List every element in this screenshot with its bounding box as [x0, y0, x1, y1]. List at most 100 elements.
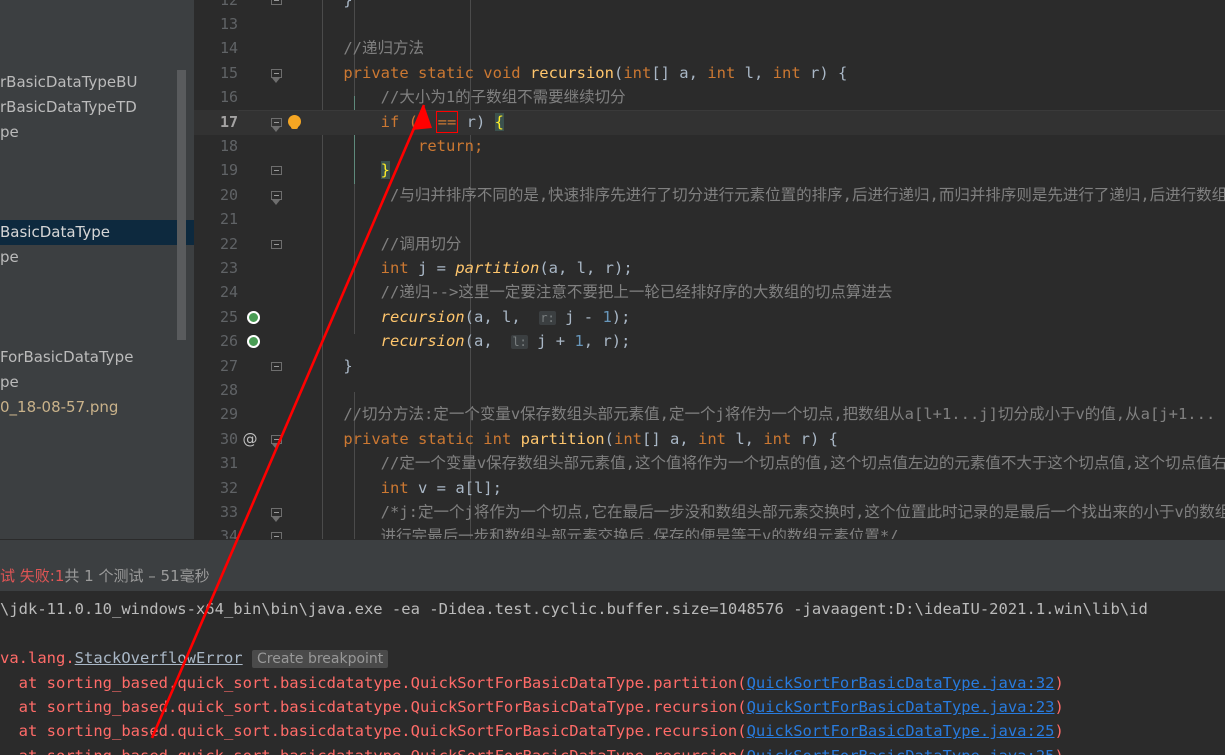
- frame-source-link[interactable]: QuickSortForBasicDataType.java:23: [747, 698, 1055, 716]
- editor-line-13[interactable]: 13: [194, 12, 1225, 36]
- tree-item-label: ForBasicDataType: [0, 348, 134, 366]
- code-line-text: }: [306, 356, 353, 375]
- run-toolbar[interactable]: [0, 540, 1225, 560]
- tree-item-1[interactable]: rBasicDataTypeTD: [0, 95, 180, 120]
- highlighted-operator: ==: [435, 110, 459, 133]
- code-line-text: //递归方法: [306, 39, 424, 58]
- line-number: 12: [219, 0, 238, 9]
- frame-at: at: [0, 698, 47, 717]
- frame-at: at: [0, 722, 47, 741]
- editor-line-29[interactable]: 29 //切分方法:定一个变量v保存数组头部元素值,定一个j将作为一个切点,把数…: [194, 402, 1225, 426]
- editor-line-27[interactable]: 27 }: [194, 354, 1225, 378]
- editor-line-20[interactable]: 20 //与归并排序不同的是,快速排序先进行了切分进行元素位置的排序,后进行递归…: [194, 183, 1225, 207]
- project-tree-panel[interactable]: rBasicDataTypeBU rBasicDataTypeTD pe Bas…: [0, 0, 194, 539]
- tree-item-4[interactable]: pe: [0, 245, 180, 270]
- tree-item-0[interactable]: rBasicDataTypeBU: [0, 70, 180, 95]
- code-line-text: //调用切分: [306, 234, 462, 253]
- line-number: 19: [219, 161, 238, 180]
- editor-line-26[interactable]: 26 recursion(a, l: j + 1, r);: [194, 329, 1225, 353]
- tree-item-5[interactable]: ForBasicDataType: [0, 345, 180, 370]
- editor-line-34[interactable]: 34 进行完最后一步和数组头部元素交换后,保存的便是等于v的数组元素位置*/: [194, 524, 1225, 539]
- tree-item-6[interactable]: pe: [0, 370, 180, 395]
- fold-minus-icon[interactable]: [269, 524, 283, 539]
- code-line-text: if (l == r) {: [306, 110, 504, 134]
- frame-at: at: [0, 747, 47, 755]
- line-number: 16: [219, 88, 238, 107]
- stack-frame-row: at sorting_based.quick_sort.basicdatatyp…: [0, 695, 1225, 719]
- tree-item-png[interactable]: 0_18-08-57.png: [0, 395, 180, 420]
- stack-frame-row: at sorting_based.quick_sort.basicdatatyp…: [0, 744, 1225, 755]
- tree-item-label: pe: [0, 373, 19, 391]
- tree-item-2[interactable]: pe: [0, 120, 180, 145]
- code-line-text: //递归-->这里一定要注意不要把上一轮已经排好序的大数组的切点算进去: [306, 283, 893, 302]
- fold-arrow-icon[interactable]: [269, 427, 283, 451]
- code-frag: r): [457, 112, 495, 131]
- tree-item-label: BasicDataType: [0, 223, 110, 241]
- editor-line-23[interactable]: 23 int j = partition(a, l, r);: [194, 256, 1225, 280]
- editor-line-22[interactable]: 22 //调用切分: [194, 232, 1225, 256]
- editor-line-12[interactable]: 12 }: [194, 0, 1225, 12]
- code-line-text: recursion(a, l, r: j - 1);: [380, 307, 631, 326]
- editor-line-19[interactable]: 19 }: [194, 158, 1225, 182]
- editor-line-16[interactable]: 16 //大小为1的子数组不需要继续切分: [194, 85, 1225, 109]
- frame-fqn: sorting_based.quick_sort.basicdatatype.Q…: [46, 673, 747, 692]
- editor-line-31[interactable]: 31 //定一个变量v保存数组头部元素值,这个值将作为一个切点的值,这个切点值左…: [194, 451, 1225, 475]
- line-number: 20: [219, 185, 238, 204]
- line-number: 32: [219, 478, 238, 497]
- editor-line-33[interactable]: 33 /*j:定一个j将作为一个切点,它在最后一步没和数组头部元素交换时,这个位…: [194, 500, 1225, 524]
- sidebar-scrollbar[interactable]: [177, 70, 186, 340]
- tree-item-selected[interactable]: BasicDataType: [0, 220, 194, 245]
- code-line-text: }: [306, 0, 353, 9]
- code-line-text: //大小为1的子数组不需要继续切分: [306, 88, 626, 107]
- code-line-text: }: [380, 161, 390, 180]
- editor-line-25[interactable]: 25 recursion(a, l, r: j - 1);: [194, 305, 1225, 329]
- editor-line-17-current[interactable]: 17 if (l == r) {: [194, 109, 1225, 135]
- fold-minus-icon[interactable]: [269, 158, 283, 182]
- line-number: 23: [219, 259, 238, 277]
- fold-minus-icon[interactable]: [269, 354, 283, 378]
- tree-item-label: pe: [0, 248, 19, 266]
- test-failed-count: 1: [54, 567, 65, 585]
- test-status-prefix: 试: [0, 567, 16, 585]
- frame-close: ): [1054, 722, 1064, 741]
- frame-close: ): [1055, 747, 1064, 755]
- code-editor[interactable]: 12 } 13 14 //递归方法 15 private static void…: [194, 0, 1225, 539]
- code-line-text: //与归并排序不同的是,快速排序先进行了切分进行元素位置的排序,后进行递归,而归…: [306, 185, 1225, 204]
- line-number: 14: [219, 39, 238, 58]
- run-tool-window[interactable]: 试 失败:1共 1 个测试 – 51毫秒 \jdk-11.0.10_window…: [0, 539, 1225, 755]
- editor-line-28[interactable]: 28: [194, 378, 1225, 402]
- fold-arrow-icon[interactable]: [269, 500, 283, 524]
- frame-fqn: sorting_based.quick_sort.basicdatatype.Q…: [47, 747, 747, 755]
- code-line-text: //切分方法:定一个变量v保存数组头部元素值,定一个j将作为一个切点,把数组从a…: [306, 405, 1216, 424]
- fold-minus-icon[interactable]: [269, 232, 283, 256]
- frame-source-link[interactable]: QuickSortForBasicDataType.java:25: [747, 722, 1055, 740]
- frame-source-link[interactable]: QuickSortForBasicDataType.java:25: [747, 747, 1055, 755]
- code-line-text: recursion(a, l: j + 1, r);: [380, 332, 631, 351]
- fold-arrow-icon[interactable]: [269, 110, 283, 134]
- fold-minus-icon[interactable]: [269, 0, 283, 12]
- fold-arrow-icon[interactable]: [269, 61, 283, 85]
- fold-arrow-icon[interactable]: [269, 183, 283, 207]
- editor-line-24[interactable]: 24 //递归-->这里一定要注意不要把上一轮已经排好序的大数组的切点算进去: [194, 280, 1225, 304]
- code-line-text: int j = partition(a, l, r);: [380, 259, 633, 277]
- code-line-text: 进行完最后一步和数组头部元素交换后,保存的便是等于v的数组元素位置*/: [306, 527, 899, 539]
- stack-frame-row: at sorting_based.quick_sort.basicdatatyp…: [0, 671, 1225, 695]
- code-line-text: private static void recursion(int[] a, i…: [306, 63, 848, 82]
- annotation-icon[interactable]: @: [239, 427, 261, 451]
- editor-line-30[interactable]: 30 @ private static int partition(int[] …: [194, 427, 1225, 451]
- console-output[interactable]: \jdk-11.0.10_windows-x64_bin\bin\java.ex…: [0, 592, 1225, 755]
- create-breakpoint-hint[interactable]: Create breakpoint: [251, 649, 389, 668]
- tree-item-label: rBasicDataTypeBU: [0, 73, 138, 91]
- tree-item-label: 0_18-08-57.png: [0, 398, 119, 416]
- editor-line-18[interactable]: 18 return;: [194, 134, 1225, 158]
- editor-line-14[interactable]: 14 //递归方法: [194, 36, 1225, 60]
- tree-item-label: pe: [0, 123, 19, 141]
- frame-fqn: sorting_based.quick_sort.basicdatatype.Q…: [46, 722, 747, 741]
- editor-line-21[interactable]: 21: [194, 207, 1225, 231]
- exception-class-link[interactable]: StackOverflowError: [75, 649, 243, 667]
- frame-source-link[interactable]: QuickSortForBasicDataType.java:32: [747, 674, 1055, 692]
- editor-line-32[interactable]: 32 int v = a[l];: [194, 476, 1225, 500]
- editor-line-15[interactable]: 15 private static void recursion(int[] a…: [194, 61, 1225, 85]
- matching-brace: {: [494, 112, 504, 131]
